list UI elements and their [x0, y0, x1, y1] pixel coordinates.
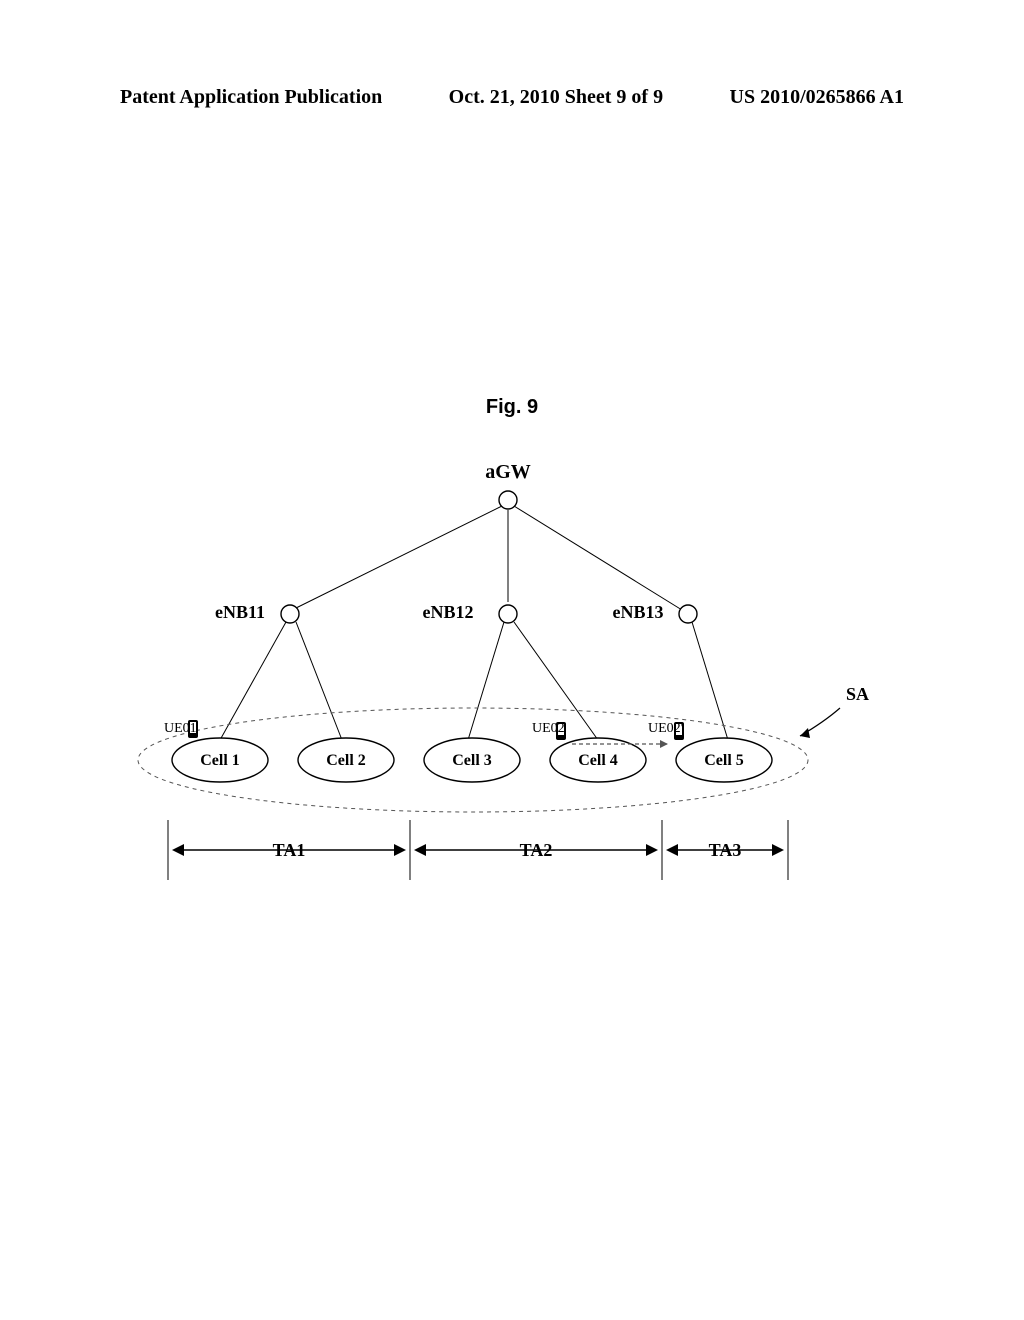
cell-label: Cell 3 — [452, 752, 492, 769]
header-left: Patent Application Publication — [120, 86, 382, 109]
header-center: Oct. 21, 2010 Sheet 9 of 9 — [449, 86, 663, 109]
sa-label: SA — [846, 684, 869, 704]
cell-1: Cell 1 — [172, 738, 268, 782]
header-right: US 2010/0265866 A1 — [730, 86, 904, 109]
cell-2: Cell 2 — [298, 738, 394, 782]
enb13-node-icon — [679, 605, 697, 623]
ta3-label: TA3 — [709, 840, 742, 860]
sa-arrow-icon — [800, 728, 810, 738]
ue02-prime-label: UE02' — [648, 721, 683, 736]
enb13-label: eNB13 — [613, 602, 664, 622]
enb11-label: eNB11 — [215, 602, 265, 622]
page-header: Patent Application Publication Oct. 21, … — [120, 86, 904, 109]
ue01-label: UE01 — [164, 721, 197, 736]
enb12-node-icon — [499, 605, 517, 623]
page: Patent Application Publication Oct. 21, … — [0, 0, 1024, 1320]
cell-5: Cell 5 — [676, 738, 772, 782]
cell-3: Cell 3 — [424, 738, 520, 782]
ta2-label: TA2 — [520, 840, 553, 860]
figure-label: Fig. 9 — [0, 396, 1024, 419]
ta1-label: TA1 — [273, 840, 306, 860]
ue02-label: UE02 — [532, 721, 565, 736]
cell-label: Cell 1 — [200, 752, 240, 769]
diagram: aGW eNB11 eNB12 eNB13 SA Cell 1 Cell 2 — [128, 460, 888, 920]
cell-label: Cell 4 — [578, 752, 618, 769]
agw-label: aGW — [485, 461, 531, 483]
enb12-label: eNB12 — [423, 602, 474, 622]
cell-label: Cell 5 — [704, 752, 744, 769]
cell-label: Cell 2 — [326, 752, 366, 769]
enb11-node-icon — [281, 605, 299, 623]
agw-node-icon — [499, 491, 517, 509]
